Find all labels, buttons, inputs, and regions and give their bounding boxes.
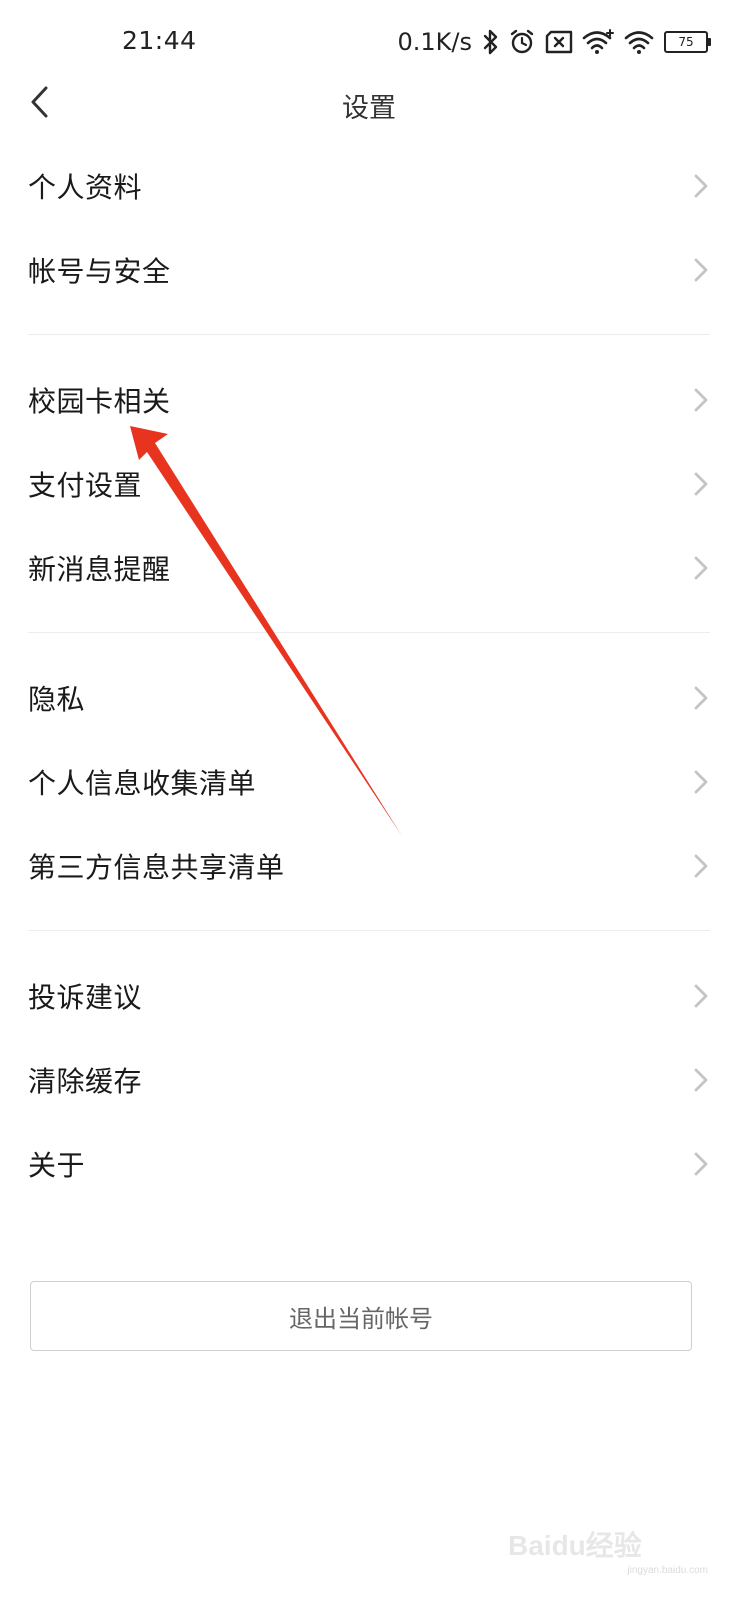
- group-divider: [28, 334, 710, 335]
- alarm-icon: [508, 28, 536, 56]
- settings-item-privacy[interactable]: 隐私: [0, 656, 738, 740]
- battery-icon: 75: [664, 31, 711, 53]
- watermark-brand: Baidu经验: [508, 1530, 642, 1561]
- wifi-plus-icon: [582, 28, 616, 56]
- chevron-right-icon: [694, 258, 708, 282]
- chevron-right-icon: [694, 770, 708, 794]
- settings-item-account-security[interactable]: 帐号与安全: [0, 228, 738, 312]
- settings-item-label: 个人资料: [28, 171, 143, 204]
- settings-item-label: 关于: [28, 1149, 86, 1182]
- settings-item-feedback[interactable]: 投诉建议: [0, 954, 738, 1038]
- settings-item-label: 隐私: [28, 683, 86, 716]
- bluetooth-icon: [482, 28, 500, 56]
- watermark-url: jingyan.baidu.com: [627, 1565, 708, 1576]
- header: 设置: [0, 72, 738, 134]
- settings-item-label: 支付设置: [28, 469, 143, 502]
- chevron-right-icon: [694, 686, 708, 710]
- settings-item-notifications[interactable]: 新消息提醒: [0, 526, 738, 610]
- network-speed: 0.1K/s: [397, 28, 473, 56]
- chevron-right-icon: [694, 174, 708, 198]
- group-divider: [28, 632, 710, 633]
- chevron-right-icon: [694, 984, 708, 1008]
- chevron-right-icon: [694, 854, 708, 878]
- settings-item-label: 投诉建议: [28, 981, 143, 1014]
- wifi-icon: [624, 28, 654, 56]
- logout-button[interactable]: 退出当前帐号: [30, 1281, 692, 1351]
- settings-item-payment[interactable]: 支付设置: [0, 442, 738, 526]
- settings-item-campus-card[interactable]: 校园卡相关: [0, 358, 738, 442]
- chevron-right-icon: [694, 388, 708, 412]
- settings-item-profile[interactable]: 个人资料: [0, 144, 738, 228]
- settings-item-label: 清除缓存: [28, 1065, 143, 1098]
- settings-item-label: 校园卡相关: [28, 385, 171, 418]
- settings-item-personal-info-list[interactable]: 个人信息收集清单: [0, 740, 738, 824]
- settings-item-label: 新消息提醒: [28, 553, 171, 586]
- settings-item-third-party-sharing[interactable]: 第三方信息共享清单: [0, 824, 738, 908]
- status-time: 21:44: [122, 26, 197, 55]
- settings-item-label: 帐号与安全: [28, 255, 171, 288]
- chevron-right-icon: [694, 556, 708, 580]
- settings-item-about[interactable]: 关于: [0, 1122, 738, 1206]
- group-divider: [28, 930, 710, 931]
- settings-item-label: 第三方信息共享清单: [28, 851, 285, 884]
- settings-item-clear-cache[interactable]: 清除缓存: [0, 1038, 738, 1122]
- chevron-right-icon: [694, 1152, 708, 1176]
- page-title: 设置: [342, 93, 396, 124]
- sim-blocked-icon: [544, 30, 574, 54]
- chevron-right-icon: [694, 1068, 708, 1092]
- watermark: Baidu经验 jingyan.baidu.com: [508, 1520, 708, 1580]
- chevron-right-icon: [694, 472, 708, 496]
- settings-item-label: 个人信息收集清单: [28, 767, 257, 800]
- status-icons: 0.1K/s 75: [397, 22, 711, 62]
